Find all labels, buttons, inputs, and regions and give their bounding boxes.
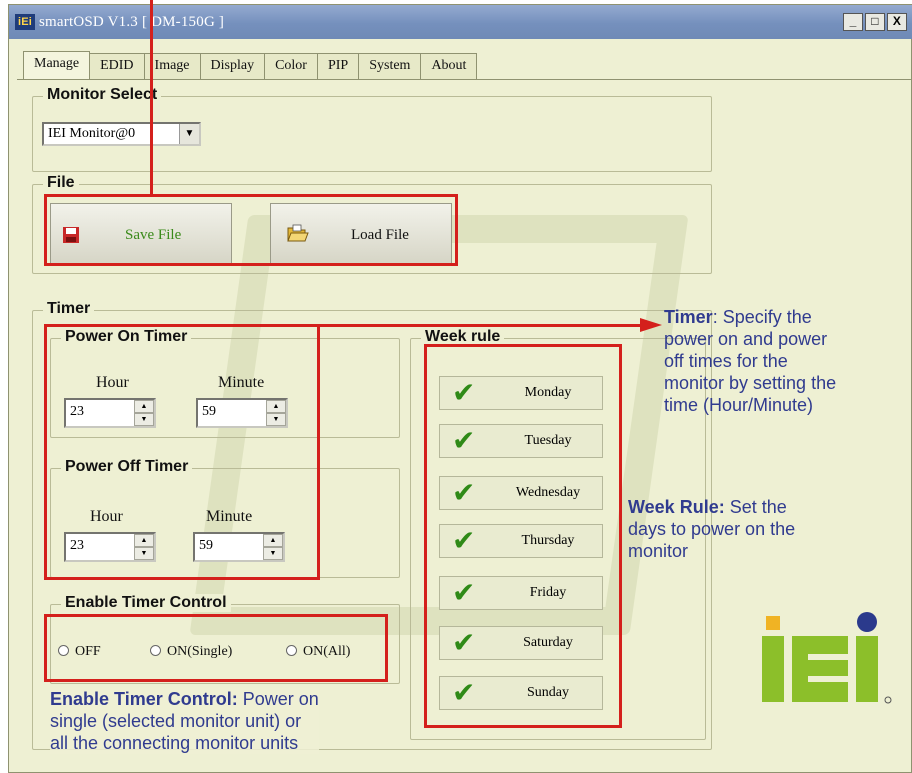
tab-bar: Manage EDID Image Display Color PIP Syst… — [23, 51, 478, 79]
enable-timer-annotation-line2: single (selected monitor unit) or — [50, 711, 302, 731]
timer-arrow-line — [320, 324, 650, 327]
enable-timer-highlight-box — [44, 614, 388, 682]
week-rule-highlight-box — [424, 344, 622, 728]
monitor-select-value: IEI Monitor@0 — [48, 126, 136, 141]
timer-annotation-title: Timer — [664, 307, 713, 327]
enable-timer-annotation-line3: all the connecting monitor units — [50, 733, 299, 753]
file-group-label: File — [43, 174, 79, 192]
iei-logo-icon — [762, 612, 892, 704]
timer-annotation-line2: power on and power — [664, 329, 828, 349]
week-rule-annotation: Week Rule: Set the days to power on the … — [628, 496, 795, 562]
close-button[interactable]: X — [887, 13, 907, 31]
pointer-line — [150, 0, 153, 196]
enable-timer-annotation-title: Enable Timer Control: — [50, 689, 238, 709]
tab-edid[interactable]: EDID — [89, 53, 145, 79]
tab-about[interactable]: About — [420, 53, 478, 79]
timer-annotation: Timer: Specify the power on and power of… — [664, 306, 836, 416]
file-highlight-box — [44, 194, 458, 266]
window-title: smartOSD V1.3 [ DM-150G ] — [39, 14, 225, 30]
monitor-select-dropdown[interactable]: IEI Monitor@0 ▼ — [42, 122, 201, 146]
tab-manage[interactable]: Manage — [23, 51, 91, 79]
tab-color[interactable]: Color — [264, 53, 318, 79]
tab-pip[interactable]: PIP — [316, 53, 360, 79]
week-rule-annotation-line2: days to power on the — [628, 519, 796, 539]
enable-timer-control-label: Enable Timer Control — [61, 594, 231, 612]
arrow-right-icon — [640, 318, 662, 332]
timer-annotation-line3: off times for the — [664, 351, 788, 371]
week-rule-annotation-line1: Set the — [724, 497, 787, 517]
timer-group-label: Timer — [43, 300, 95, 318]
timer-annotation-line5: time (Hour/Minute) — [664, 395, 814, 415]
timer-annotation-line1: : Specify the — [712, 307, 812, 327]
monitor-select-label: Monitor Select — [43, 86, 162, 104]
chevron-down-icon[interactable]: ▼ — [179, 124, 199, 144]
tab-system[interactable]: System — [358, 53, 422, 79]
timer-annotation-line4: monitor by setting the — [664, 373, 837, 393]
minimize-button[interactable]: _ — [843, 13, 863, 31]
tab-display[interactable]: Display — [199, 53, 266, 79]
week-rule-annotation-title: Week Rule: — [628, 497, 725, 517]
enable-timer-annotation-line1: Power on — [237, 689, 319, 709]
app-logo-icon: iEi — [15, 14, 35, 30]
week-rule-annotation-line3: monitor — [628, 541, 689, 561]
title-bar: iEi smartOSD V1.3 [ DM-150G ] _ □ X — [9, 5, 912, 39]
timer-highlight-box — [44, 324, 320, 580]
enable-timer-annotation: Enable Timer Control: Power on single (s… — [50, 688, 319, 754]
maximize-button[interactable]: □ — [865, 13, 885, 31]
